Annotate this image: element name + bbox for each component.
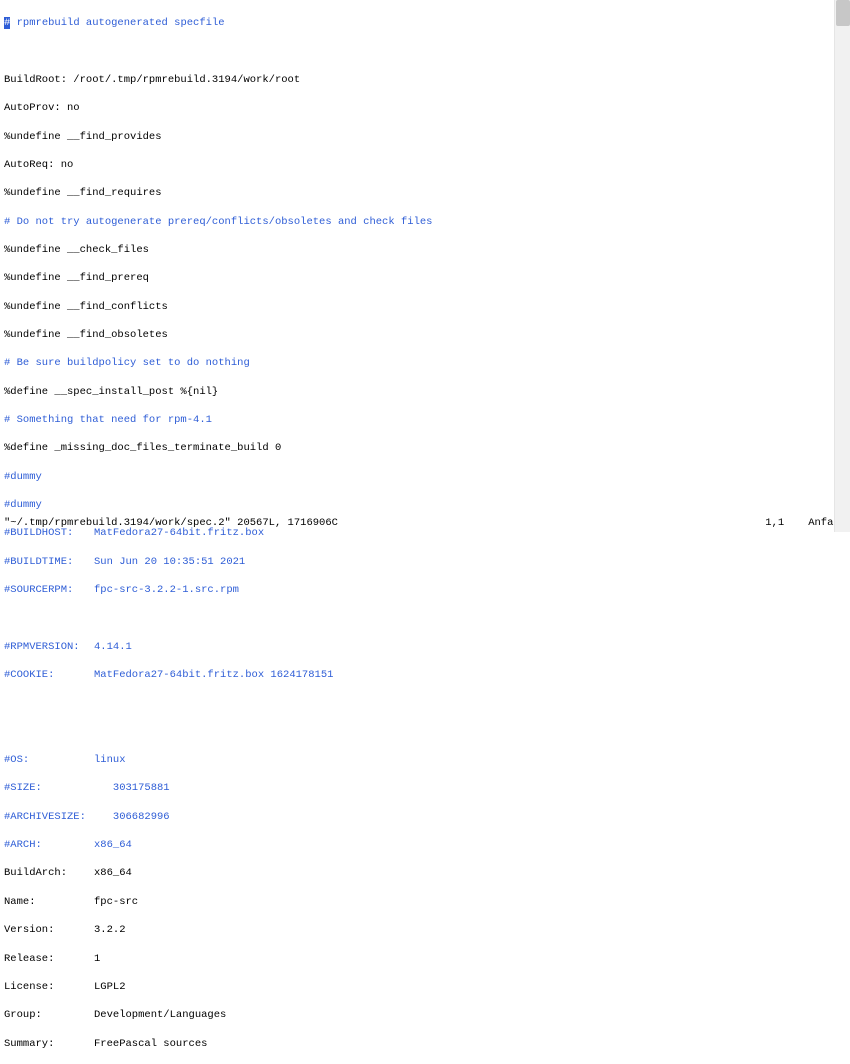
status-bar: "~/.tmp/rpmrebuild.3194/work/spec.2" 205…	[4, 516, 846, 530]
blank-line	[4, 696, 846, 710]
code-line: Name:fpc-src	[4, 895, 846, 909]
code-line: Group:Development/Languages	[4, 1008, 846, 1022]
code-line: Summary:FreePascal sources	[4, 1037, 846, 1051]
code-line-comment: # Be sure buildpolicy set to do nothing	[4, 356, 846, 370]
status-cursor-position: 1,1	[765, 516, 784, 530]
code-line: %undefine __find_provides	[4, 130, 846, 144]
code-line-comment: #dummy	[4, 470, 846, 484]
code-line-comment: #ARCH:x86_64	[4, 838, 846, 852]
code-line: %undefine __check_files	[4, 243, 846, 257]
code-line: %define _missing_doc_files_terminate_bui…	[4, 441, 846, 455]
code-line: %undefine __find_obsoletes	[4, 328, 846, 342]
code-line: BuildRoot: /root/.tmp/rpmrebuild.3194/wo…	[4, 73, 846, 87]
code-line: # rpmrebuild autogenerated specfile	[4, 16, 846, 30]
code-line-comment: #dummy	[4, 498, 846, 512]
code-line: Version:3.2.2	[4, 923, 846, 937]
code-line: %undefine __find_prereq	[4, 271, 846, 285]
code-line-comment: # Do not try autogenerate prereq/conflic…	[4, 215, 846, 229]
code-line: License:LGPL2	[4, 980, 846, 994]
code-line-comment: #BUILDTIME:Sun Jun 20 10:35:51 2021	[4, 555, 846, 569]
code-line-comment: #SOURCERPM:fpc-src-3.2.2-1.src.rpm	[4, 583, 846, 597]
code-line: %undefine __find_conflicts	[4, 300, 846, 314]
status-filename: "~/.tmp/rpmrebuild.3194/work/spec.2" 205…	[4, 516, 338, 530]
code-line-comment: #ARCHIVESIZE: 306682996	[4, 810, 846, 824]
code-line: AutoProv: no	[4, 101, 846, 115]
blank-line	[4, 45, 846, 59]
code-line-comment: # Something that need for rpm-4.1	[4, 413, 846, 427]
code-line: %undefine __find_requires	[4, 186, 846, 200]
blank-line	[4, 725, 846, 739]
code-line-comment: #COOKIE:MatFedora27-64bit.fritz.box 1624…	[4, 668, 846, 682]
code-line: AutoReq: no	[4, 158, 846, 172]
code-line-comment: #SIZE: 303175881	[4, 781, 846, 795]
scrollbar-thumb[interactable]	[836, 0, 850, 26]
code-line-comment: #RPMVERSION:4.14.1	[4, 640, 846, 654]
code-line-comment: #OS:linux	[4, 753, 846, 767]
editor-viewport[interactable]: # rpmrebuild autogenerated specfile Buil…	[0, 0, 850, 1064]
code-line: Release:1	[4, 952, 846, 966]
blank-line	[4, 611, 846, 625]
code-line: %define __spec_install_post %{nil}	[4, 385, 846, 399]
code-line: BuildArch:x86_64	[4, 866, 846, 880]
vertical-scrollbar[interactable]	[834, 0, 850, 532]
